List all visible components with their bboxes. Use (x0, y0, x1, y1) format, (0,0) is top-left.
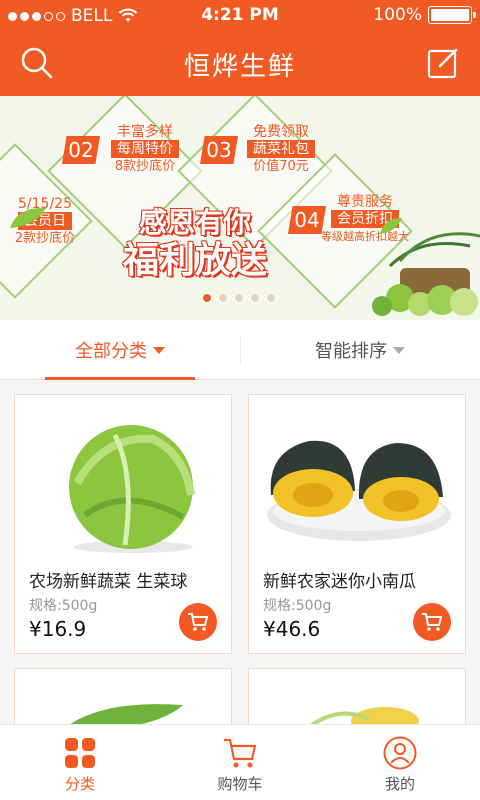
status-bar: BELL 4:21 PM 100% (0, 0, 480, 32)
cart-icon (188, 613, 208, 631)
product-price: ¥16.9 (29, 617, 87, 641)
filter-label: 智能排序 (315, 341, 387, 362)
tab-label: 购物车 (217, 775, 263, 793)
tab-mine[interactable]: 我的 (320, 725, 480, 800)
tab-label: 我的 (384, 775, 415, 793)
battery-percent: 100% (373, 5, 422, 25)
pager-dot[interactable] (202, 293, 212, 303)
bottom-tab-bar: 分类 购物车 我的 (0, 724, 480, 800)
product-spec: 规格:500g (263, 598, 332, 614)
page-title: 恒烨生鲜 (183, 52, 296, 82)
cart-icon (422, 613, 442, 631)
product-price: ¥46.6 (263, 617, 321, 641)
caret-down-icon (153, 346, 165, 354)
nav-bar: 恒烨生鲜 (0, 32, 480, 96)
add-to-cart-button[interactable] (179, 603, 217, 641)
lettuce-image (69, 425, 195, 553)
add-to-cart-button[interactable] (413, 603, 451, 641)
product-spec: 规格:500g (29, 598, 98, 614)
pager-dot[interactable] (250, 293, 260, 303)
promo-title: 免费领取 (253, 124, 309, 140)
pager-dot[interactable] (234, 293, 244, 303)
product-card[interactable]: 新鲜农家迷你小南瓜 规格:500g ¥46.6 (248, 394, 466, 654)
tab-cart[interactable]: 购物车 (160, 725, 320, 800)
product-name: 新鲜农家迷你小南瓜 (263, 572, 416, 592)
pumpkin-image (267, 440, 451, 541)
pager-dot[interactable] (266, 293, 276, 303)
promo-tag: 每周特价 (111, 140, 179, 158)
pager-dot[interactable] (218, 293, 228, 303)
promo-title: 丰富多样 (117, 124, 173, 140)
caret-down-icon (393, 346, 405, 354)
cart-icon (224, 738, 257, 768)
promo-number-badge: 02 (62, 136, 100, 164)
promo-note: 价值70元 (253, 159, 309, 174)
promo-number-badge: 03 (200, 136, 238, 164)
edit-icon[interactable] (426, 46, 460, 80)
banner-pager[interactable] (202, 293, 276, 303)
leaf-icon (10, 207, 46, 228)
user-icon (383, 736, 417, 770)
headline-line1: 感恩有你 (138, 206, 251, 239)
battery-icon (428, 6, 476, 24)
headline-line2: 福利放送 (122, 240, 267, 281)
leaf-icon (380, 218, 402, 234)
battery-status: 100% (373, 5, 476, 25)
promo-note: 8款抄底价 (114, 159, 176, 174)
filter-all-categories[interactable]: 全部分类 (0, 320, 240, 380)
promo-title: 尊贵服务 (337, 194, 393, 210)
banner-headline: 感恩有你 福利放送 (100, 206, 290, 282)
filter-smart-sort[interactable]: 智能排序 (240, 320, 480, 380)
product-card[interactable] (14, 668, 232, 728)
filter-bar: 全部分类 智能排序 (0, 320, 480, 380)
product-card[interactable] (248, 668, 466, 728)
tab-category[interactable]: 分类 (0, 725, 160, 800)
product-name: 农场新鲜蔬菜 生菜球 (29, 572, 188, 592)
tab-label: 分类 (64, 775, 95, 793)
promo-free-gift: 免费领取 蔬菜礼包 价值70元 (236, 124, 326, 175)
grid-icon (65, 738, 95, 768)
filter-label: 全部分类 (75, 341, 147, 362)
promo-weekly-special: 丰富多样 每周特价 8款抄底价 (100, 124, 190, 175)
promo-banner[interactable]: 02 丰富多样 每周特价 8款抄底价 03 免费领取 蔬菜礼包 价值70元 5/… (0, 96, 480, 320)
promo-note: 2款抄底价 (14, 231, 76, 246)
promo-tag: 蔬菜礼包 (247, 140, 315, 158)
product-card[interactable]: 农场新鲜蔬菜 生菜球 规格:500g ¥16.9 (14, 394, 232, 654)
